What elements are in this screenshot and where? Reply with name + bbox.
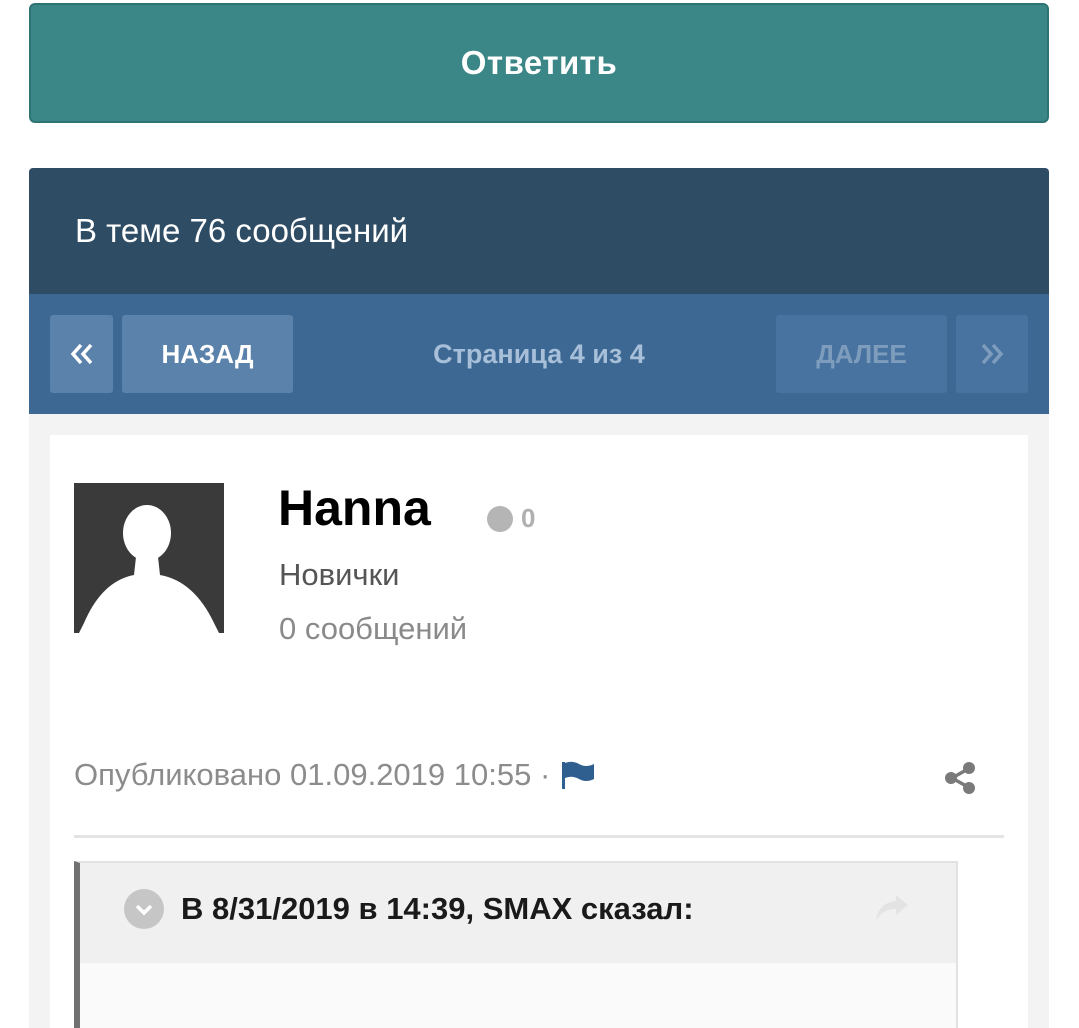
published-date: Опубликовано 01.09.2019 10:55 · — [74, 757, 551, 792]
post-divider — [74, 835, 1004, 838]
topic-container: В теме 76 сообщений НАЗАД Страница 4 из … — [29, 168, 1049, 1028]
quote-citation: В 8/31/2019 в 14:39, SMAX сказал: — [181, 891, 694, 926]
double-chevron-left-icon — [70, 343, 92, 365]
quote-block: В 8/31/2019 в 14:39, SMAX сказал: — [74, 861, 958, 1028]
author-post-count: 0 сообщений — [279, 611, 468, 646]
topic-post-count-header: В теме 76 сообщений — [29, 168, 1049, 294]
next-page-button[interactable]: ДАЛЕЕ — [776, 315, 947, 393]
last-page-button[interactable] — [956, 315, 1028, 393]
flag-icon[interactable] — [560, 760, 596, 790]
author-name[interactable]: Hanna — [278, 479, 431, 537]
reputation-value: 0 — [521, 503, 536, 533]
reputation-dot-icon — [487, 505, 513, 532]
prev-page-label: НАЗАД — [161, 338, 254, 369]
quote-header: В 8/31/2019 в 14:39, SMAX сказал: — [80, 863, 956, 963]
topic-header-text: В теме 76 сообщений — [75, 212, 409, 249]
prev-page-button[interactable]: НАЗАД — [122, 315, 293, 393]
post-meta: Опубликовано 01.09.2019 10:55 · — [74, 757, 596, 793]
reply-arrow-icon[interactable] — [872, 891, 912, 930]
chevron-down-icon[interactable] — [124, 889, 164, 929]
page-indicator: Страница 4 из 4 — [433, 338, 645, 369]
reputation-badge: 0 — [487, 503, 535, 534]
reply-button[interactable]: Ответить — [29, 3, 1049, 123]
default-avatar-icon[interactable] — [74, 483, 224, 633]
post-card: Hanna 0 Новички 0 сообщений Опубликовано… — [50, 435, 1028, 1028]
share-icon[interactable] — [943, 761, 977, 800]
first-page-button[interactable] — [50, 315, 113, 393]
pagination-bar: НАЗАД Страница 4 из 4 ДАЛЕЕ — [29, 294, 1049, 414]
next-page-label: ДАЛЕЕ — [816, 338, 907, 369]
double-chevron-right-icon — [981, 343, 1004, 365]
author-group: Новички — [279, 557, 400, 592]
